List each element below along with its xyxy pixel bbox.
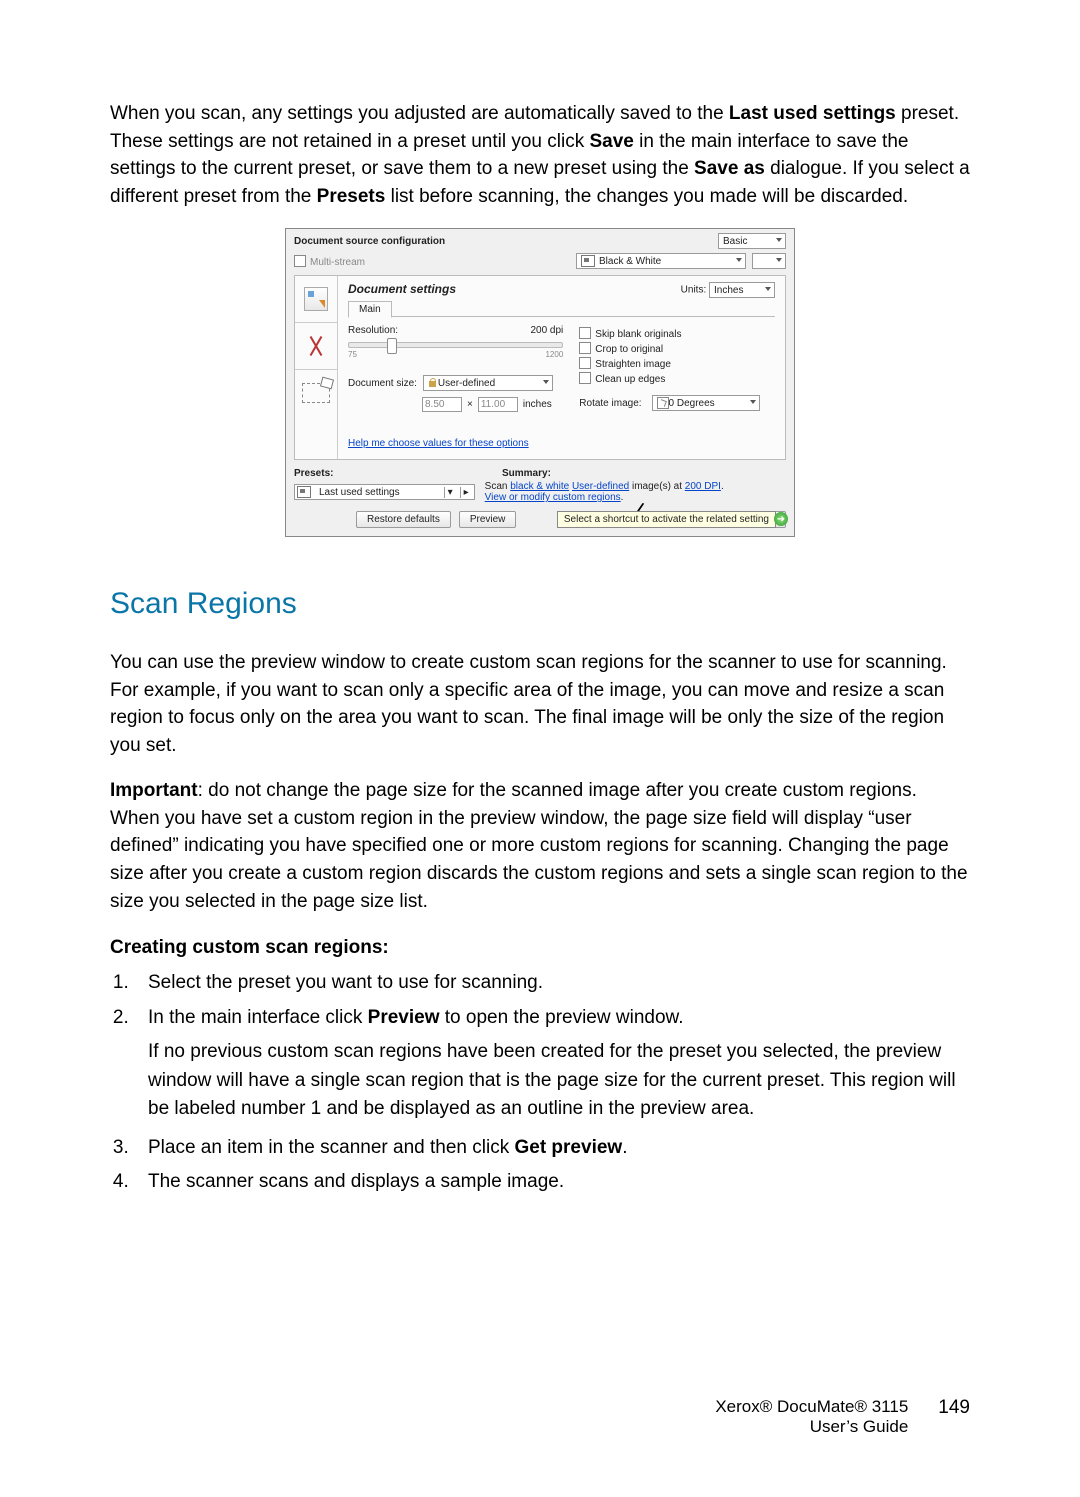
summary-text: Scan black & white User-defined image(s)… (485, 481, 724, 503)
checkbox-icon (294, 255, 306, 267)
checkbox-icon (579, 327, 591, 339)
para-important: Important: do not change the page size f… (110, 777, 970, 915)
preview-button[interactable]: Preview (459, 511, 517, 528)
step-4: The scanner scans and displays a sample … (134, 1168, 970, 1197)
intro-paragraph: When you scan, any settings you adjusted… (110, 100, 970, 210)
footer-product: Xerox® DocuMate® 3115 (715, 1397, 908, 1417)
subheading: Creating custom scan regions: (110, 937, 970, 959)
step-2: In the main interface click Preview to o… (134, 1004, 970, 1124)
restore-defaults-button[interactable]: Restore defaults (356, 511, 451, 528)
chevron-down-icon[interactable]: ▾ (444, 487, 456, 498)
checkbox-icon (579, 357, 591, 369)
mode-dropdown[interactable]: Basic (718, 233, 786, 249)
footer-guide: User’s Guide (715, 1417, 908, 1437)
doc-icon (581, 255, 595, 267)
dialog-title: Document source configuration (294, 236, 445, 247)
slider-thumb-icon[interactable] (387, 338, 397, 354)
colormode-dropdown[interactable]: Black & White (576, 253, 746, 269)
checkbox-icon (579, 372, 591, 384)
help-link[interactable]: Help me choose values for these options (348, 438, 529, 449)
lock-icon (428, 378, 438, 388)
tab-stamp[interactable] (295, 370, 337, 416)
page-footer: Xerox® DocuMate® 3115 User’s Guide 149 (110, 1397, 970, 1437)
skip-blank-checkbox[interactable]: Skip blank originals (579, 327, 775, 340)
tooltip: Select a shortcut to activate the relate… (557, 511, 776, 528)
step-1: Select the preset you want to use for sc… (134, 969, 970, 998)
summary-label: Summary: (502, 468, 551, 479)
units-dropdown[interactable]: Inches (709, 282, 775, 298)
cleanup-checkbox[interactable]: Clean up edges (579, 372, 775, 385)
main-tab[interactable]: Main (348, 301, 392, 318)
page-number: 149 (938, 1397, 970, 1437)
docsize-label: Document size: (348, 378, 417, 389)
presets-label: Presets: (294, 468, 502, 479)
width-input[interactable]: 8.50 (422, 397, 462, 412)
rotate-dropdown[interactable]: 0 Degrees (652, 395, 760, 411)
settings-dialog: Document source configuration Basic Mult… (285, 228, 795, 537)
preset-selector[interactable]: Last used settings ▾ ▸ (294, 481, 475, 503)
extra-dropdown[interactable] (752, 253, 786, 269)
resolution-value: 200 dpi (530, 325, 563, 336)
summary-link-mode[interactable]: black & white (510, 481, 569, 492)
height-input[interactable]: 11.00 (478, 397, 518, 412)
rotate-icon (657, 397, 669, 409)
tab-document[interactable] (295, 276, 337, 323)
straighten-checkbox[interactable]: Straighten image (579, 357, 775, 370)
enhance-icon (305, 335, 327, 357)
document-icon (304, 287, 328, 311)
modify-regions-link[interactable]: View or modify custom regions (485, 492, 621, 503)
side-tabs (295, 276, 338, 459)
resolution-slider[interactable] (348, 342, 563, 348)
checkbox-icon (579, 342, 591, 354)
docsize-dropdown[interactable]: User-defined (423, 375, 553, 391)
section-heading: Scan Regions (110, 587, 970, 621)
stamp-icon (302, 383, 330, 403)
steps-list: Select the preset you want to use for sc… (110, 969, 970, 1197)
doc-settings-heading: Document settings (348, 282, 456, 298)
doc-icon (297, 486, 311, 498)
tab-image[interactable] (295, 323, 337, 370)
multistream-checkbox[interactable]: Multi-stream (294, 255, 365, 268)
resolution-label: Resolution: (348, 325, 398, 336)
crop-checkbox[interactable]: Crop to original (579, 342, 775, 355)
rotate-label: Rotate image: (579, 398, 641, 409)
step-3: Place an item in the scanner and then cl… (134, 1134, 970, 1163)
para-regions-intro: You can use the preview window to create… (110, 649, 970, 759)
summary-link-dpi[interactable]: 200 DPI (685, 481, 721, 492)
arrow-right-icon[interactable]: ▸ (460, 487, 472, 498)
summary-link-size[interactable]: User-defined (572, 481, 629, 492)
